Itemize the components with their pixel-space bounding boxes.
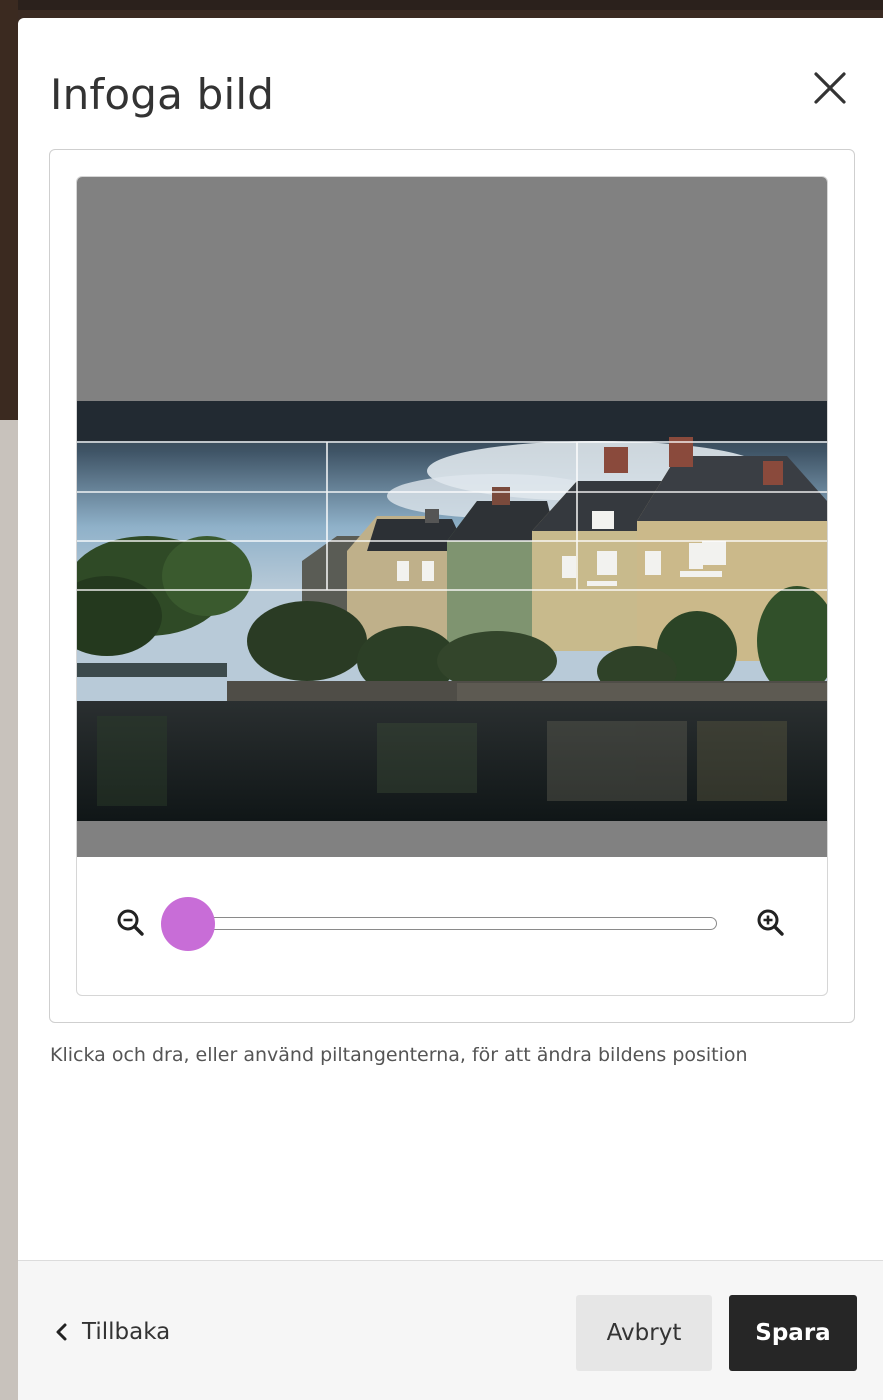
zoom-slider-track[interactable] <box>185 917 717 930</box>
zoom-in-button[interactable] <box>751 903 791 943</box>
zoom-controls <box>77 857 827 995</box>
dialog-title: Infoga bild <box>50 70 275 119</box>
back-label: Tillbaka <box>82 1319 171 1345</box>
backdrop-page-edge <box>0 0 18 1400</box>
image-preview[interactable] <box>77 401 827 821</box>
reposition-hint: Klicka och dra, eller använd piltangente… <box>50 1044 748 1066</box>
chevron-left-icon <box>54 1322 68 1342</box>
zoom-out-icon <box>117 909 144 936</box>
zoom-in-icon <box>757 909 784 936</box>
zoom-out-button[interactable] <box>111 903 151 943</box>
cancel-button[interactable]: Avbryt <box>576 1295 712 1371</box>
close-button[interactable] <box>804 62 856 114</box>
zoom-slider-thumb[interactable] <box>161 897 215 951</box>
dialog-footer: Tillbaka Avbryt Spara <box>18 1260 883 1400</box>
back-button[interactable]: Tillbaka <box>54 1319 170 1345</box>
backdrop <box>0 0 883 10</box>
insert-image-dialog: Infoga bild Klicka och dra, eller använd… <box>18 18 883 1400</box>
crop-area[interactable] <box>77 177 827 857</box>
close-icon <box>814 72 846 104</box>
image-cropper <box>76 176 828 996</box>
save-button[interactable]: Spara <box>729 1295 857 1371</box>
image-editor-panel <box>49 149 855 1023</box>
